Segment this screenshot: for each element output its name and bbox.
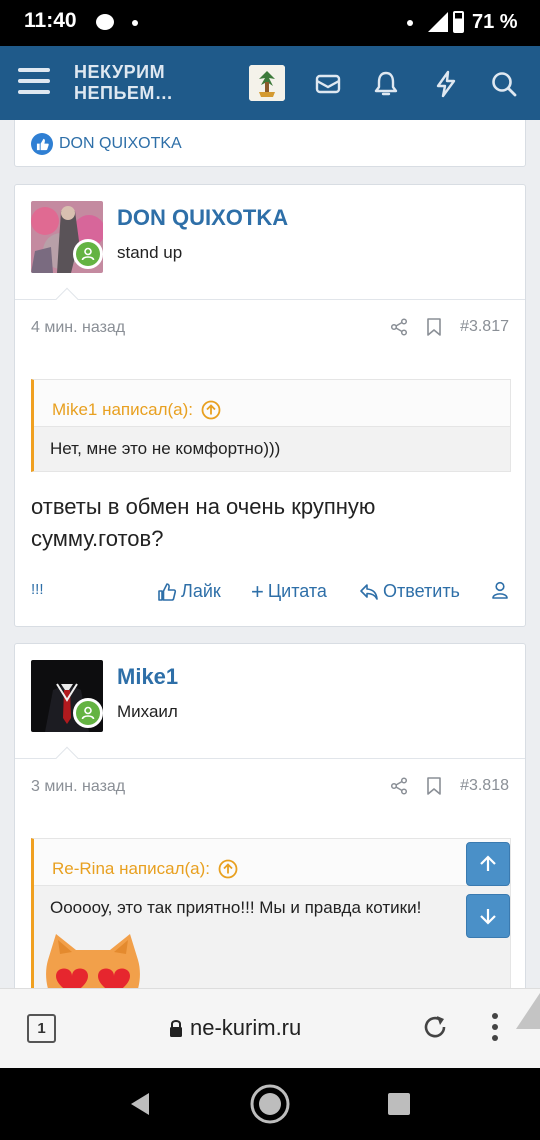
menu-icon[interactable] — [18, 68, 50, 96]
reply-icon — [360, 583, 378, 600]
divider — [15, 299, 525, 300]
url-text: ne-kurim.ru — [190, 1015, 302, 1040]
back-icon[interactable] — [127, 1091, 153, 1117]
browser-toolbar: 1 ne-kurim.ru — [0, 988, 540, 1068]
battery-percent: 71 % — [472, 11, 518, 33]
post-3817: DON QUIXOTKA stand up 4 мин. назад #3.81… — [14, 184, 526, 627]
quote-label: Цитата — [267, 581, 327, 601]
online-status-badge — [73, 239, 103, 269]
notification-dot-icon — [132, 20, 138, 26]
user-title: stand up — [117, 243, 183, 262]
quote-content: Оооооу, это так приятно!!! Мы и правда к… — [34, 885, 510, 988]
brand-line-1: НЕКУРИМ — [74, 62, 166, 82]
inbox-icon[interactable] — [314, 70, 342, 98]
post-author[interactable]: DON QUIXOTKA — [117, 205, 288, 231]
user-title: Михаил — [117, 702, 178, 721]
arrow-up-circle-icon[interactable] — [218, 859, 238, 879]
quote-block: Mike1 написал(а): Нет, мне это не комфор… — [31, 379, 511, 472]
user-icon — [81, 247, 95, 261]
bookmark-icon[interactable] — [426, 777, 442, 795]
thread-content: DON QUIXOTKA DON QUIXOTKA stand up 4 мин… — [0, 120, 540, 988]
arrow-up-circle-icon[interactable] — [201, 400, 221, 420]
like-button[interactable]: Лайк — [157, 581, 221, 602]
quote-button[interactable]: + Цитата — [251, 578, 327, 604]
arrow-up-icon — [480, 855, 496, 871]
reaction-summary[interactable]: DON QUIXOTKA — [31, 133, 182, 155]
quote-author[interactable]: Mike1 написал(а): — [52, 400, 193, 420]
reload-icon[interactable] — [421, 1013, 449, 1041]
app-header: НЕКУРИМ НЕПЬЕМ… — [0, 46, 540, 120]
notification-dot-icon — [407, 20, 413, 26]
post-time[interactable]: 3 мин. назад — [31, 778, 125, 796]
divider-notch — [55, 746, 79, 770]
page-curl — [516, 993, 540, 1029]
search-icon[interactable] — [490, 70, 518, 98]
quote-block: Re-Rina написал(а): Оооооу, это так прия… — [31, 838, 511, 988]
post-3818: Mike1 Михаил 3 мин. назад #3.818 Re-Rina… — [14, 643, 526, 988]
quote-text: Оооооу, это так приятно!!! Мы и правда к… — [50, 898, 422, 917]
thumbs-up-icon — [158, 582, 177, 601]
plus-icon: + — [251, 578, 264, 604]
like-label: Лайк — [181, 581, 221, 601]
address-bar[interactable]: ne-kurim.ru — [168, 1015, 301, 1041]
brand-line-2: НЕПЬЕМ… — [74, 83, 174, 103]
reply-label: Ответить — [383, 581, 460, 601]
signal-icon — [428, 12, 448, 32]
bookmark-icon[interactable] — [426, 318, 442, 336]
post-time[interactable]: 4 мин. назад — [31, 319, 125, 337]
heart-eyes-cat-emoji — [46, 934, 140, 988]
post-number[interactable]: #3.817 — [460, 318, 509, 336]
battery-icon — [453, 11, 464, 33]
online-status-badge — [73, 698, 103, 728]
lock-icon — [170, 1020, 182, 1037]
scroll-down-button[interactable] — [466, 894, 510, 938]
home-icon[interactable] — [248, 1082, 292, 1126]
status-bar: 11:40 71 % — [0, 0, 540, 46]
message-notification-icon — [96, 14, 114, 30]
share-icon[interactable] — [390, 318, 408, 336]
user-menu-button[interactable] — [491, 581, 509, 599]
post-reactions-card: DON QUIXOTKA — [14, 120, 526, 167]
reaction-user-link[interactable]: DON QUIXOTKA — [59, 135, 182, 153]
quote-author[interactable]: Re-Rina написал(а): — [52, 859, 210, 879]
user-icon — [81, 706, 95, 720]
system-navigation-bar — [0, 1068, 540, 1140]
post-meta-tools: #3.818 — [390, 777, 509, 795]
lightning-icon[interactable] — [432, 70, 460, 98]
divider — [15, 758, 525, 759]
share-icon[interactable] — [390, 777, 408, 795]
site-brand[interactable]: НЕКУРИМ НЕПЬЕМ… — [74, 62, 173, 104]
quote-header[interactable]: Mike1 написал(а): — [34, 380, 510, 426]
divider-notch — [55, 287, 79, 311]
reaction-summary[interactable]: !!! — [31, 581, 44, 598]
quote-text: Нет, мне это не комфортно))) — [34, 426, 510, 471]
quote-header[interactable]: Re-Rina написал(а): — [34, 839, 510, 885]
recents-icon[interactable] — [388, 1093, 410, 1115]
tab-switcher-button[interactable]: 1 — [27, 1014, 56, 1043]
status-time: 11:40 — [24, 9, 77, 32]
like-reaction-icon — [31, 133, 53, 155]
post-number[interactable]: #3.818 — [460, 777, 509, 795]
post-meta-tools: #3.817 — [390, 318, 509, 336]
more-menu-icon[interactable] — [490, 1011, 500, 1043]
arrow-down-icon — [480, 909, 496, 925]
bell-icon[interactable] — [372, 70, 400, 98]
user-avatar-icon[interactable] — [249, 65, 285, 101]
post-body: ответы в обмен на очень крупную сумму.го… — [31, 494, 376, 551]
post-author[interactable]: Mike1 — [117, 664, 178, 690]
scroll-up-button[interactable] — [466, 842, 510, 886]
user-icon — [492, 581, 508, 599]
reply-button[interactable]: Ответить — [359, 581, 460, 602]
